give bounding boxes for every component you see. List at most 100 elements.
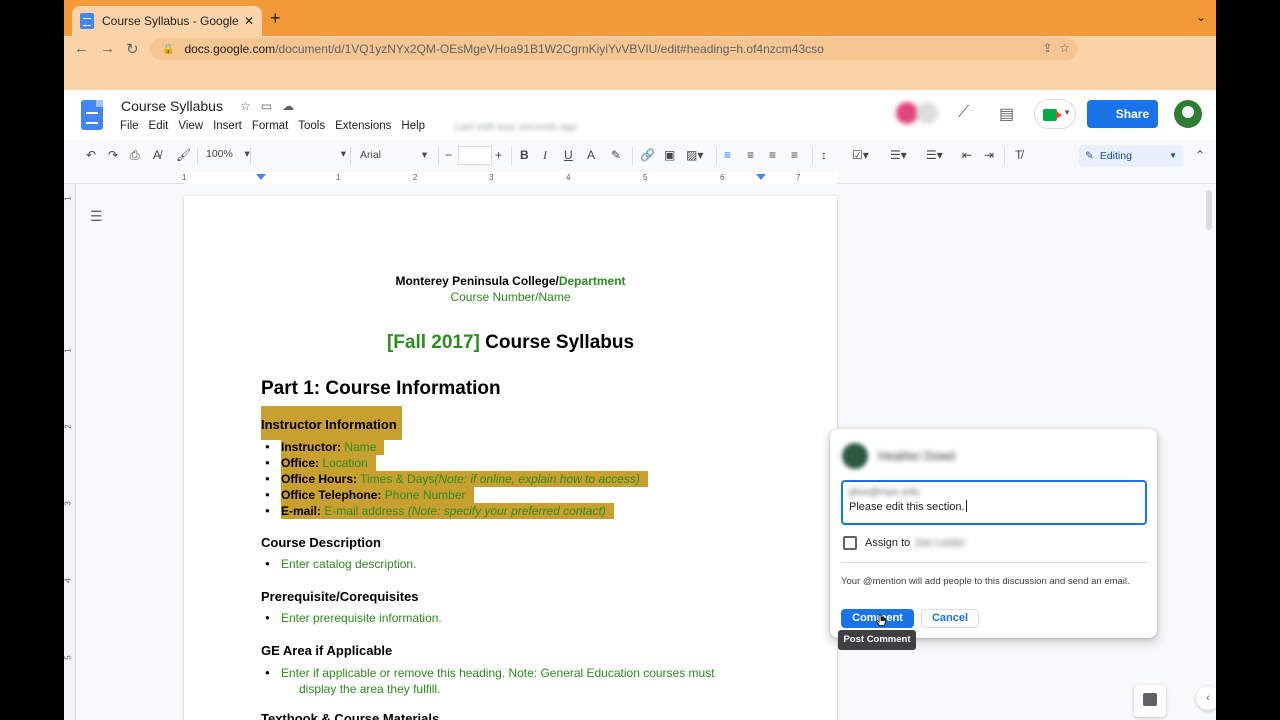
url-domain: docs.google.com — [184, 42, 276, 56]
comment-input[interactable]: jdoe@mpc.edu Please edit this section. — [841, 480, 1147, 525]
tab-search-icon[interactable]: ⌄ — [1196, 10, 1206, 24]
horizontal-ruler[interactable]: 1 1 2 3 4 5 6 7 — [64, 172, 1216, 184]
increase-indent-icon[interactable]: ⇥ — [984, 148, 994, 162]
decrease-font-size-icon[interactable]: − — [445, 148, 452, 162]
last-edit-status[interactable]: Last edit was seconds ago — [454, 121, 578, 133]
undo-icon[interactable]: ↶ — [86, 148, 96, 162]
menu-file[interactable]: File — [120, 120, 139, 132]
department: Department — [558, 274, 626, 288]
document-outline-icon[interactable]: ☰ — [90, 208, 103, 225]
avatar — [842, 443, 868, 469]
url-input[interactable]: 🔒 docs.google.com/document/d/1VQ1yzNYx2Q… — [150, 38, 1078, 60]
insert-link-icon[interactable]: 🔗 — [640, 148, 655, 162]
field-value: Name — [341, 440, 377, 454]
align-left-icon[interactable]: ≡ — [724, 148, 731, 162]
cloud-saved-icon[interactable]: ☁ — [282, 99, 304, 113]
style-select[interactable]: ▾ — [256, 148, 346, 160]
document-title[interactable]: Course Syllabus — [121, 98, 223, 114]
menu-insert[interactable]: Insert — [213, 120, 242, 132]
close-tab-icon[interactable]: ✕ — [244, 14, 254, 28]
document-page[interactable]: Monterey Peninsula College/Department Co… — [184, 196, 837, 720]
person-add-icon: 👤 — [1095, 107, 1111, 121]
vertical-ruler[interactable]: 1 1 2 3 4 5 — [64, 184, 76, 720]
add-comment-float-icon[interactable] — [1134, 685, 1166, 717]
align-center-icon[interactable]: ≡ — [747, 148, 754, 162]
spellcheck-icon[interactable]: A̸ — [153, 148, 161, 162]
star-icon[interactable]: ☆ — [240, 99, 261, 113]
font-size-input[interactable] — [458, 146, 492, 165]
decrease-indent-icon[interactable]: ⇤ — [962, 148, 972, 162]
back-icon[interactable]: ← — [74, 40, 89, 57]
field-value: Location — [319, 456, 368, 470]
activity-trend-icon[interactable]: ⟋ — [958, 104, 969, 122]
hide-menus-icon[interactable]: ⌃ — [1195, 148, 1205, 162]
underline-icon[interactable]: U — [564, 148, 573, 162]
docs-favicon-icon — [80, 13, 94, 29]
share-button[interactable]: 👤 Share — [1087, 100, 1158, 128]
ruler-number: 1 — [182, 173, 187, 182]
ruler-number: 4 — [566, 173, 571, 182]
cancel-button[interactable]: Cancel — [921, 609, 979, 628]
italic-icon[interactable]: I — [543, 148, 547, 163]
side-panel-toggle-icon[interactable]: ‹ — [1196, 686, 1216, 710]
share-bookmark-icons[interactable]: ⇪ ☆ — [1043, 41, 1070, 55]
comments-icon[interactable]: ▤ — [999, 104, 1014, 124]
menu-view[interactable]: View — [178, 120, 203, 132]
forward-icon[interactable]: → — [100, 40, 115, 57]
menu-edit[interactable]: Edit — [149, 120, 169, 132]
paint-format-icon[interactable]: 🖌 — [176, 148, 191, 162]
title-actions[interactable]: ☆▭☁ — [240, 99, 304, 113]
font-select[interactable]: Arial ▾ — [360, 149, 427, 161]
print-icon[interactable]: ⎙ — [130, 148, 140, 163]
move-folder-icon[interactable]: ▭ — [261, 99, 282, 113]
increase-font-size-icon[interactable]: + — [495, 148, 502, 162]
ruler-number: 6 — [720, 173, 725, 182]
ruler-number: 1 — [64, 348, 73, 353]
comment-card: Heather Dowd jdoe@mpc.edu Please edit th… — [830, 429, 1157, 638]
list-item: Office Hours: Times & Days(Note: if onli… — [265, 471, 648, 487]
docs-logo-icon[interactable] — [81, 100, 103, 130]
checklist-icon[interactable]: ☑▾ — [852, 148, 869, 162]
highlight-color-icon[interactable]: ✎ — [611, 148, 621, 162]
list-item: Enter prerequisite information. — [265, 611, 442, 625]
meet-button[interactable]: ▼ — [1034, 99, 1076, 129]
ruler-number: 3 — [489, 173, 494, 182]
menu-tools[interactable]: Tools — [298, 120, 325, 132]
chevron-down-icon: ▼ — [1063, 108, 1071, 117]
reload-icon[interactable]: ↻ — [126, 40, 139, 58]
zoom-value: 100% — [206, 148, 233, 160]
bold-icon[interactable]: B — [520, 148, 529, 162]
zoom-select[interactable]: 100% ▾ — [206, 148, 250, 160]
college-line: Monterey Peninsula College/Department — [184, 274, 837, 288]
numbered-list-icon[interactable]: ☰▾ — [926, 148, 943, 162]
field-label: Office Telephone: — [281, 488, 382, 502]
new-tab-icon[interactable]: + — [270, 8, 281, 29]
align-right-icon[interactable]: ≡ — [769, 148, 776, 162]
line-spacing-icon[interactable]: ↕ — [821, 148, 827, 162]
justify-icon[interactable]: ≡ — [791, 148, 798, 162]
left-indent-marker[interactable] — [256, 174, 266, 180]
list-item: Enter if applicable or remove this headi… — [265, 666, 715, 680]
ruler-number: 2 — [413, 173, 418, 182]
clear-formatting-icon[interactable]: T̸ — [1015, 148, 1022, 162]
tab-title: Course Syllabus - Google Docs — [102, 14, 240, 28]
right-indent-marker[interactable] — [756, 174, 766, 180]
redo-icon[interactable]: ↷ — [108, 148, 118, 162]
account-avatar[interactable] — [1174, 100, 1202, 128]
vertical-scrollbar[interactable] — [1206, 190, 1212, 230]
insert-image-icon[interactable]: ▨▾ — [686, 148, 703, 162]
text-color-icon[interactable]: A — [587, 148, 595, 162]
ge-area-heading: GE Area if Applicable — [261, 643, 393, 658]
bulleted-list-icon[interactable]: ☰▾ — [890, 148, 907, 162]
menu-extensions[interactable]: Extensions — [335, 120, 391, 132]
editing-mode-select[interactable]: ✎ Editing ▼ — [1079, 145, 1183, 167]
add-comment-icon[interactable]: ▣ — [664, 148, 675, 162]
assign-checkbox-row[interactable]: Assign to Joe Lester — [843, 536, 966, 550]
menu-help[interactable]: Help — [401, 120, 425, 132]
assign-checkbox[interactable] — [843, 536, 857, 550]
browser-tab[interactable]: Course Syllabus - Google Docs ✕ — [72, 6, 262, 36]
course-description-heading: Course Description — [261, 535, 381, 550]
menu-format[interactable]: Format — [252, 120, 288, 132]
ruler-number: 1 — [64, 196, 73, 201]
collaborator-avatars[interactable] — [896, 102, 944, 126]
